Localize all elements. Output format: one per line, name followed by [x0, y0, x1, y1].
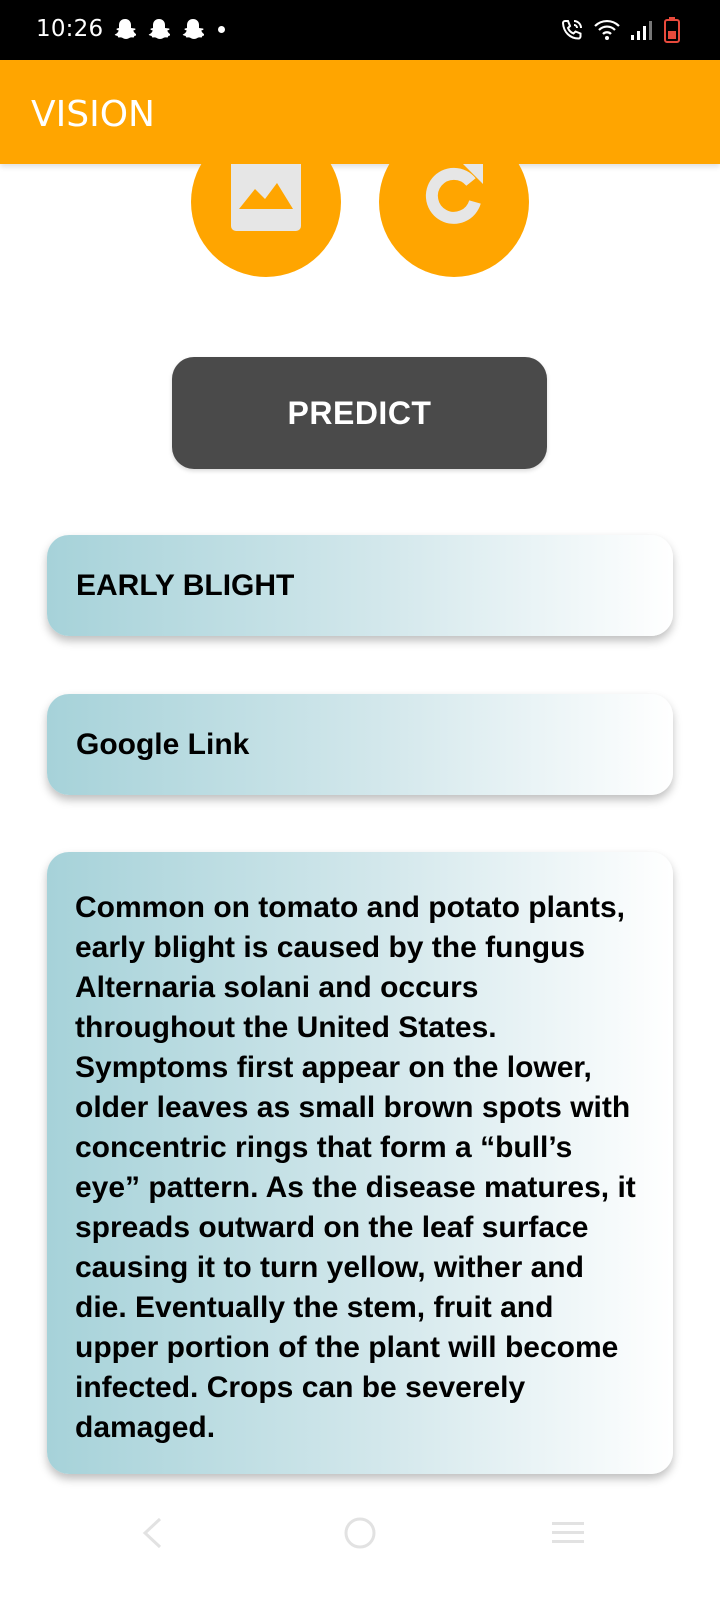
prediction-result-card: EARLY BLIGHT [47, 535, 673, 636]
disease-description: Common on tomato and potato plants, earl… [75, 891, 636, 1444]
prediction-label: EARLY BLIGHT [76, 569, 295, 602]
notification-icons [114, 18, 225, 40]
wifi-icon [594, 19, 620, 40]
battery-icon [664, 17, 680, 43]
snapchat-icon [148, 19, 170, 39]
dot-icon [218, 25, 225, 33]
menu-icon[interactable] [550, 1520, 586, 1546]
wifi-calling-icon [561, 20, 582, 40]
home-icon[interactable] [343, 1516, 377, 1550]
image-icon [231, 164, 301, 231]
app-title: VISION [31, 94, 155, 135]
gallery-button[interactable] [191, 164, 341, 277]
snapchat-icon [182, 19, 204, 39]
refresh-button[interactable] [379, 164, 529, 277]
status-bar: 10:26 [0, 0, 720, 60]
description-card: Common on tomato and potato plants, earl… [47, 852, 673, 1474]
back-icon[interactable] [140, 1516, 164, 1550]
status-time: 10:26 [36, 16, 104, 42]
google-link-card[interactable]: Google Link [47, 694, 673, 795]
app-bar: VISION [0, 60, 720, 164]
navigation-bar [0, 1500, 720, 1600]
main-content: PREDICT EARLY BLIGHT Google Link Common … [0, 164, 720, 1500]
predict-button[interactable]: PREDICT [172, 357, 547, 469]
signal-icon [631, 21, 652, 40]
snapchat-icon [114, 19, 136, 39]
refresh-icon [425, 164, 483, 224]
google-link[interactable]: Google Link [76, 728, 249, 761]
status-icons [560, 17, 680, 43]
